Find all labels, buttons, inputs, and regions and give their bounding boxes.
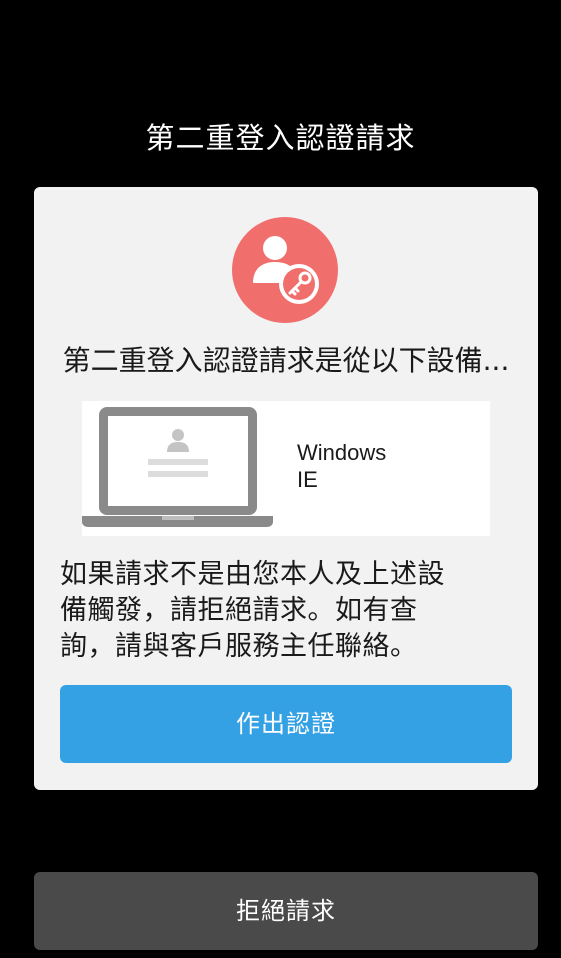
device-os: Windows [297,440,387,465]
auth-card: 第二重登入認證請求是從以下設備... Windows IE 如果請求不是由您本人… [34,187,538,790]
device-info: Windows IE [297,439,386,493]
warning-line: 如果請求不是由您本人及上述設 [60,559,445,590]
request-source-text: 第二重登入認證請求是從以下設備... [62,344,510,377]
user-key-icon [232,217,338,323]
warning-line: 詢，請與客戶服務主任聯絡。 [60,631,418,662]
device-panel: Windows IE [82,401,490,536]
page-title: 第二重登入認證請求 [145,121,416,155]
warning-line: 備觸發，請拒絕請求。如有查 [60,595,418,626]
auth-request-screen: 第二重登入認證請求 第二重登入認證請求是從以下設備... Windows IE … [0,0,561,958]
reject-request-button[interactable]: 拒絕請求 [34,872,538,950]
warning-message: 如果請求不是由您本人及上述設 備觸發，請拒絕請求。如有查 詢，請與客戶服務主任聯… [60,557,510,665]
laptop-icon [82,401,282,540]
confirm-auth-button[interactable]: 作出認證 [60,685,512,763]
device-browser: IE [297,467,318,492]
